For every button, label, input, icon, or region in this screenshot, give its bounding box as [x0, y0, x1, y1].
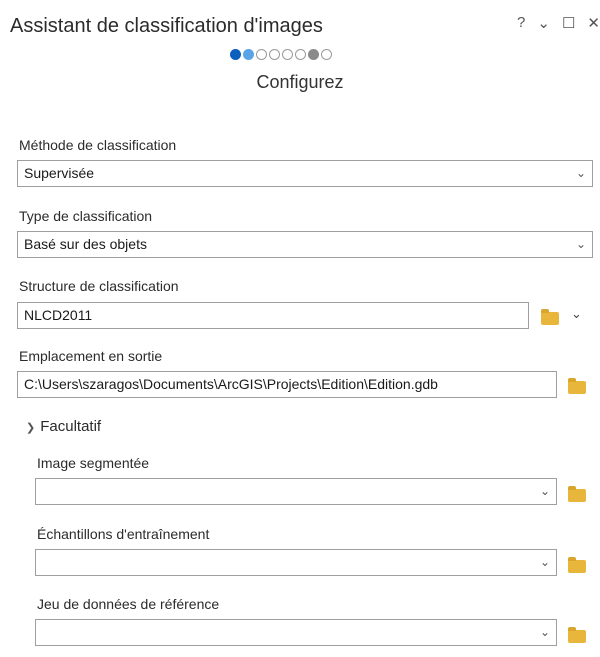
optional-section-label: Facultatif [40, 418, 102, 435]
step-dot-7 [308, 49, 319, 60]
help-icon[interactable]: ? [517, 14, 525, 32]
maximize-icon[interactable]: ☐ [562, 14, 575, 32]
chevron-down-icon: ⌄ [575, 237, 586, 251]
chevron-down-icon: ⌄ [539, 555, 550, 569]
browse-output-folder-icon[interactable] [568, 378, 586, 394]
step-dot-8 [321, 49, 332, 60]
method-value: Supervisée [24, 165, 95, 181]
segmented-image-label: Image segmentée [37, 455, 150, 471]
schema-options-chevron-icon[interactable]: ⌄ [571, 306, 582, 322]
method-dropdown[interactable]: Supervisée ⌄ [17, 160, 593, 187]
output-location-value: C:\Users\szaragos\Documents\ArcGIS\Proje… [24, 376, 438, 392]
close-icon[interactable]: ✕ [587, 14, 600, 32]
browse-segmented-folder-icon[interactable] [568, 486, 586, 502]
type-value: Basé sur des objets [24, 236, 147, 252]
output-location-field[interactable]: C:\Users\szaragos\Documents\ArcGIS\Proje… [17, 371, 557, 398]
training-samples-label: Échantillons d'entraînement [37, 526, 210, 542]
step-dot-6 [295, 49, 306, 60]
pane-title: Assistant de classification d'images [10, 15, 323, 37]
browse-training-folder-icon[interactable] [568, 557, 586, 573]
wizard-step-indicator [230, 49, 332, 60]
browse-schema-folder-icon[interactable] [541, 309, 559, 325]
reference-dataset-dropdown[interactable]: ⌄ [35, 619, 557, 646]
segmented-image-dropdown[interactable]: ⌄ [35, 478, 557, 505]
schema-field[interactable]: NLCD2011 [17, 302, 529, 329]
type-label: Type de classification [19, 208, 153, 224]
step-title: Configurez [256, 72, 344, 92]
method-label: Méthode de classification [19, 137, 177, 153]
chevron-down-icon: ⌄ [575, 166, 586, 180]
step-dot-5 [282, 49, 293, 60]
schema-label: Structure de classification [19, 278, 179, 294]
step-dot-1 [230, 49, 241, 60]
step-dot-4 [269, 49, 280, 60]
chevron-down-icon: ⌄ [539, 484, 550, 498]
output-label: Emplacement en sortie [19, 348, 163, 364]
training-samples-dropdown[interactable]: ⌄ [35, 549, 557, 576]
browse-reference-folder-icon[interactable] [568, 627, 586, 643]
optional-section-toggle[interactable]: ❯ Facultatif [26, 418, 101, 435]
schema-value: NLCD2011 [24, 307, 93, 323]
classification-wizard-pane: Assistant de classification d'images ? ⌄… [0, 0, 600, 657]
options-chevron-icon[interactable]: ⌄ [537, 14, 550, 32]
step-dot-2 [243, 49, 254, 60]
chevron-down-icon: ⌄ [539, 625, 550, 639]
window-controls: ? ⌄ ☐ ✕ [517, 14, 600, 32]
type-dropdown[interactable]: Basé sur des objets ⌄ [17, 231, 593, 258]
step-dot-3 [256, 49, 267, 60]
reference-dataset-label: Jeu de données de référence [37, 596, 220, 612]
collapse-chevron-icon: ❯ [26, 422, 36, 434]
